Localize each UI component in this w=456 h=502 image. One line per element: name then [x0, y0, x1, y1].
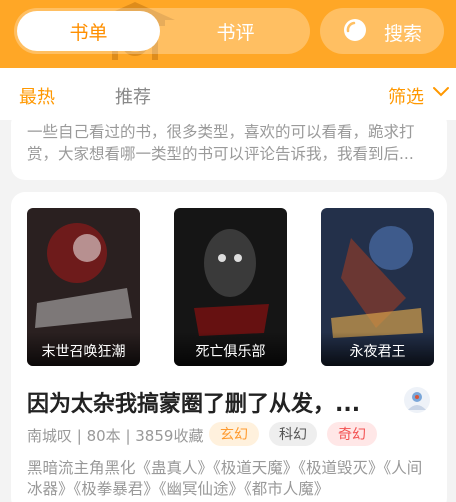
- book-title: 死亡俱乐部: [174, 332, 287, 366]
- search-button[interactable]: 搜索: [320, 8, 444, 54]
- tab-reviews[interactable]: 书评: [164, 11, 307, 51]
- book-cover[interactable]: 末世召唤狂潮: [27, 208, 140, 366]
- book-title: 末世召唤狂潮: [27, 332, 140, 366]
- tab-booklist[interactable]: 书单: [17, 11, 160, 51]
- book-title: 永夜君王: [321, 332, 434, 366]
- booklist-card[interactable]: 一些自己看过的书，很多类型，喜欢的可以看看，跪求打赏，大家想看哪一类型的书可以评…: [11, 110, 447, 180]
- booklist-title: 因为太杂我搞蒙圈了删了从发，...: [27, 392, 361, 417]
- book-cover[interactable]: 死亡俱乐部: [174, 208, 287, 366]
- filter-hot[interactable]: 最热: [19, 83, 55, 109]
- genre-tag: 奇幻: [327, 422, 377, 446]
- book-cover[interactable]: 永夜君王: [321, 208, 434, 366]
- top-header: 书单 书评 搜索: [0, 0, 456, 68]
- booklist-card[interactable]: 末世召唤狂潮 死亡俱乐部 永夜君王 因为太杂我搞蒙圈了删了从发，... 南城叹 …: [11, 192, 447, 502]
- booklist-summary: 黑暗流主角黑化《蛊真人》《极道天魔》《极道毁灭》《人间冰器》《极拳暴君》《幽冥仙…: [27, 459, 423, 498]
- booklist-description: 一些自己看过的书，很多类型，喜欢的可以看看，跪求打赏，大家想看哪一类型的书可以评…: [27, 123, 415, 163]
- genre-tag: 玄幻: [209, 422, 259, 446]
- tab-switcher: 书单 书评: [14, 8, 310, 54]
- search-label: 搜索: [384, 23, 423, 45]
- avatar[interactable]: [403, 386, 431, 414]
- booklist-meta: 南城叹 | 80本 | 3859收藏: [27, 427, 204, 445]
- chevron-down-icon[interactable]: [432, 86, 450, 98]
- search-icon: [344, 19, 366, 41]
- filter-select[interactable]: 筛选: [388, 83, 424, 109]
- genre-tag: 科幻: [269, 422, 317, 446]
- filter-recommend[interactable]: 推荐: [115, 83, 151, 109]
